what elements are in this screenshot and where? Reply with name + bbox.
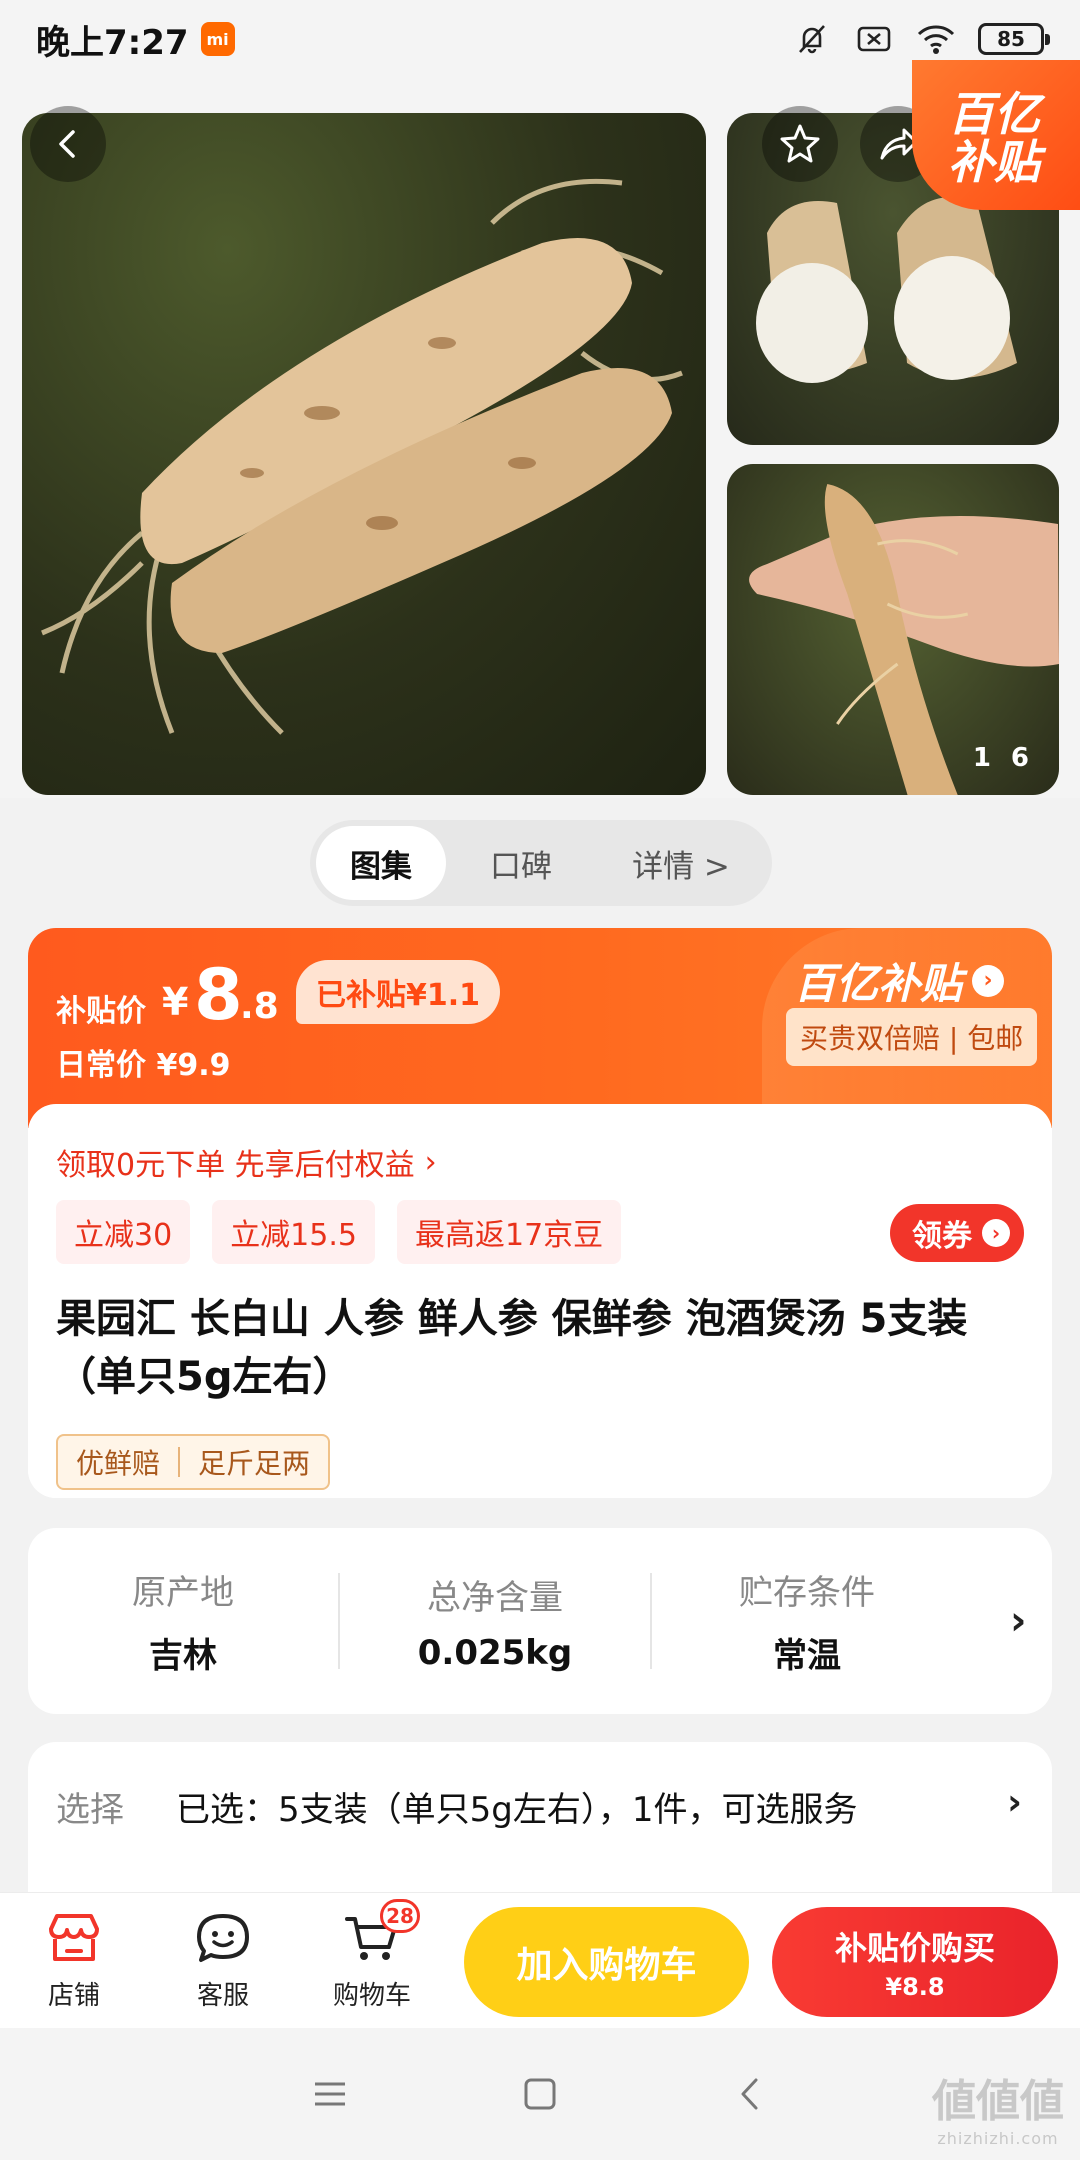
selected-variant: 已选：5支装（单只5g左右），1件，可选服务: [176, 1790, 858, 1830]
tab-gallery[interactable]: 图集: [316, 826, 446, 900]
subsidy-corner-line2: 补贴: [948, 135, 1040, 189]
service-tag: 优鲜赔: [76, 1447, 161, 1480]
tab-reviews[interactable]: 口碑: [446, 826, 596, 900]
menu-icon[interactable]: [305, 2069, 355, 2119]
chevron-right-icon: ›: [982, 1219, 1010, 1247]
mi-notification-icon: mi: [200, 22, 235, 56]
subsidy-price-integer: 8: [194, 954, 243, 1036]
spec-value: 吉林: [149, 1636, 217, 1676]
subsidy-corner-line1: 百亿: [948, 87, 1040, 141]
subsidy-price-label: 补贴价: [56, 994, 146, 1029]
coupon-tag[interactable]: 立减15.5: [212, 1200, 375, 1264]
spec-storage: 贮存条件 常温: [652, 1565, 962, 1677]
product-photo-main[interactable]: [22, 113, 706, 795]
bottom-action-bar: 店铺 客服 28 购物车 加入购物车 补贴价购买 ¥8.8: [0, 1892, 1080, 2028]
subsidy-price-decimal: .8: [240, 986, 279, 1027]
image-counter-current: 1: [972, 743, 991, 773]
home-icon[interactable]: [515, 2069, 565, 2119]
back-button[interactable]: [30, 106, 106, 182]
cart-label: 购物车: [332, 1981, 411, 2011]
subsidy-guarantee: 买贵双倍赔 | 包邮: [786, 1008, 1038, 1066]
star-icon: [780, 124, 820, 163]
price-banner: 补贴价 ¥ 8 .8 已补贴¥1.1 日常价 ¥9.9 百亿补贴 › 买贵双倍赔…: [28, 928, 1052, 1128]
spec-key: 原产地: [132, 1573, 234, 1613]
shop-label: 店铺: [47, 1981, 100, 2011]
get-coupon-button[interactable]: 领券 ›: [890, 1204, 1024, 1262]
status-icons: 85: [792, 22, 1050, 56]
service-tag: 足斤足两: [198, 1447, 311, 1480]
daily-price: 日常价 ¥9.9: [56, 1048, 231, 1083]
service-tags[interactable]: 优鲜赔 足斤足两: [56, 1434, 331, 1490]
favorite-button[interactable]: [762, 106, 838, 182]
coupon-tag[interactable]: 立减30: [56, 1200, 191, 1264]
product-gallery[interactable]: 1 6 百亿 补贴: [0, 60, 1080, 798]
shop-button[interactable]: 店铺: [14, 1907, 134, 2012]
chat-face-icon: [163, 1907, 283, 1969]
tab-details[interactable]: 详情 >: [596, 826, 766, 900]
subsidy-saved-tag: 已补贴¥1.1: [296, 960, 501, 1024]
subsidy-corner-badge[interactable]: 百亿 补贴: [912, 60, 1080, 210]
store-icon: [14, 1907, 134, 1969]
wifi-icon: [916, 22, 956, 56]
watermark: 値値値 zhizhizhi.com: [932, 2065, 1064, 2148]
sim-off-icon: [854, 22, 894, 56]
section-tabs: 图集 口碑 详情 >: [310, 820, 772, 906]
chevron-left-icon: [59, 130, 75, 158]
chevron-right-icon[interactable]: ›: [1010, 1598, 1026, 1644]
image-counter-total: 6: [1010, 743, 1029, 773]
subsidy-brand-link[interactable]: 百亿补贴 ›: [794, 950, 1005, 1011]
spec-value: 0.025kg: [417, 1632, 573, 1673]
image-counter: 1 6: [973, 743, 1029, 773]
price-card: 补贴价 ¥ 8 .8 已补贴¥1.1 日常价 ¥9.9 百亿补贴 › 买贵双倍赔…: [28, 928, 1052, 1498]
chevron-right-icon: ›: [1007, 1782, 1022, 1823]
product-title: 果园汇 长白山 人参 鲜人参 保鲜参 泡酒煲汤 5支装（单只5g左右）: [56, 1296, 968, 1400]
promo-area: 领取0元下单 先享后付权益 › 立减30 立减15.5 最高返17京豆 领券 ›…: [28, 1104, 1052, 1498]
battery-indicator: 85: [978, 23, 1050, 55]
spec-net-weight: 总净含量 0.025kg: [340, 1570, 650, 1673]
spec-key: 贮存条件: [739, 1573, 875, 1613]
spec-value: 常温: [773, 1636, 841, 1676]
add-to-cart-button[interactable]: 加入购物车: [464, 1907, 749, 2017]
customer-service-button[interactable]: 客服: [163, 1907, 283, 2012]
coupon-list: 立减30 立减15.5 最高返17京豆: [56, 1200, 622, 1264]
status-time: 晚上7:27: [36, 22, 189, 63]
product-photo-hand[interactable]: 1 6: [727, 464, 1059, 795]
coupon-tag[interactable]: 最高返17京豆: [396, 1200, 622, 1264]
cart-icon: 28: [312, 1899, 432, 1969]
back-icon[interactable]: [725, 2069, 775, 2119]
cart-count-badge: 28: [380, 1899, 420, 1933]
buy-now-price: ¥8.8: [885, 1973, 945, 2001]
select-label: 选择: [56, 1790, 124, 1830]
spec-key: 总净含量: [427, 1577, 563, 1618]
variant-selector[interactable]: 选择 已选：5支装（单只5g左右），1件，可选服务 ›: [28, 1742, 1052, 1892]
subsidy-price-currency: ¥: [162, 980, 189, 1024]
buy-now-button[interactable]: 补贴价购买 ¥8.8: [772, 1907, 1058, 2017]
pay-later-text: 领取0元下单 先享后付权益: [56, 1148, 415, 1183]
system-navigation-bar: [0, 2028, 1080, 2160]
pay-later-link[interactable]: 领取0元下单 先享后付权益 ›: [56, 1140, 437, 1184]
watermark-url: zhizhizhi.com: [937, 2129, 1059, 2148]
subsidy-brand-text: 百亿补贴: [794, 959, 963, 1008]
spec-origin: 原产地 吉林: [28, 1565, 338, 1677]
cart-button[interactable]: 28 购物车: [312, 1899, 432, 2012]
service-label: 客服: [196, 1981, 249, 2011]
chevron-right-icon: ›: [972, 964, 1005, 997]
spec-card[interactable]: 原产地 吉林 总净含量 0.025kg 贮存条件 常温 ›: [28, 1528, 1052, 1714]
mute-bell-icon: [792, 22, 832, 56]
buy-now-label: 补贴价购买: [834, 1929, 995, 1967]
watermark-text: 値値値: [932, 2076, 1064, 2127]
chevron-right-icon: ›: [424, 1144, 437, 1180]
get-coupon-label: 领券: [912, 1219, 972, 1254]
